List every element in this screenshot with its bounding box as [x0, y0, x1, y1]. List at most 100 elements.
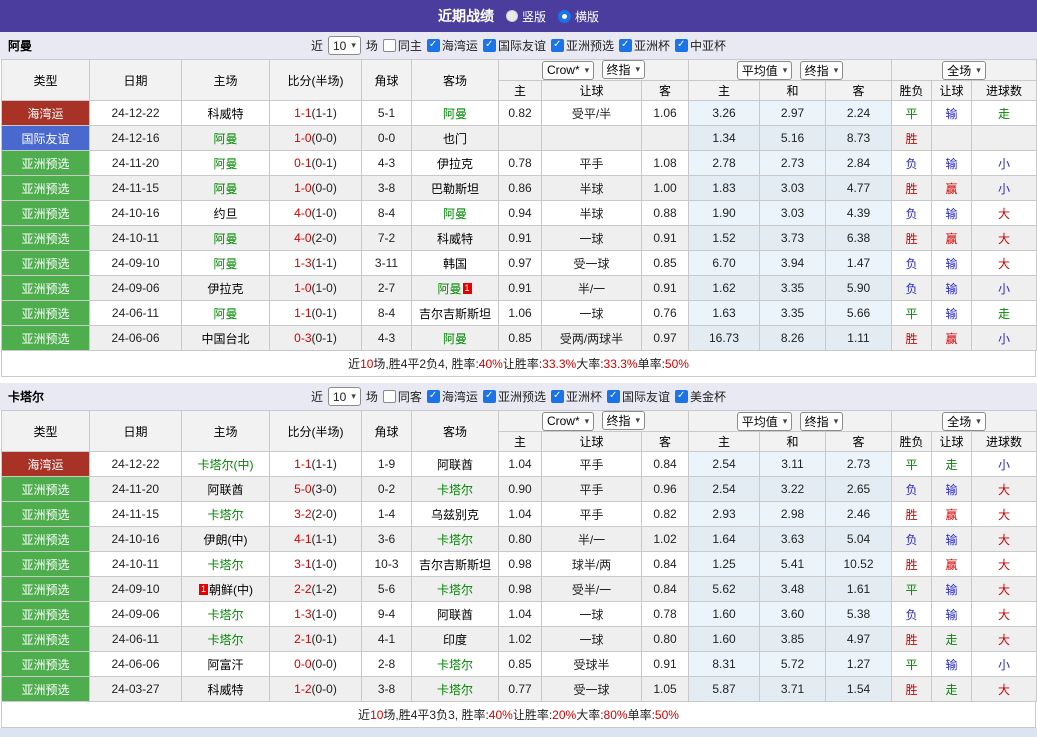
away-team-cell[interactable]: 卡塔尔	[412, 652, 499, 677]
type-badge-cell[interactable]: 亚洲预选	[2, 627, 90, 652]
team-link[interactable]: 阿曼	[213, 307, 237, 321]
home-team-cell[interactable]: 卡塔尔	[182, 602, 270, 627]
team-link[interactable]: 伊拉克	[207, 282, 243, 296]
full-time-score[interactable]: 1-3	[294, 607, 311, 621]
home-team-cell[interactable]: 1朝鲜(中)	[182, 577, 270, 602]
scope-select[interactable]: 全场▾	[942, 61, 986, 80]
home-team-cell[interactable]: 阿联酋	[182, 477, 270, 502]
team-link[interactable]: 吉尔吉斯斯坦	[419, 307, 491, 321]
team-link[interactable]: 阿曼	[443, 332, 467, 346]
away-team-cell[interactable]: 吉尔吉斯斯坦	[412, 301, 499, 326]
type-badge-cell[interactable]: 亚洲预选	[2, 602, 90, 627]
league-filter-checkbox[interactable]: 亚洲预选	[551, 37, 614, 54]
type-badge-cell[interactable]: 亚洲预选	[2, 326, 90, 351]
full-time-score[interactable]: 4-1	[294, 532, 311, 546]
full-time-score[interactable]: 0-3	[294, 331, 311, 345]
team-link[interactable]: 阿曼	[213, 157, 237, 171]
league-filter-checkbox[interactable]: 海湾运	[427, 388, 478, 405]
full-time-score[interactable]: 4-0	[294, 231, 311, 245]
full-time-score[interactable]: 1-2	[294, 682, 311, 696]
away-team-cell[interactable]: 卡塔尔	[412, 527, 499, 552]
type-badge-cell[interactable]: 亚洲预选	[2, 226, 90, 251]
type-badge-cell[interactable]: 亚洲预选	[2, 201, 90, 226]
team-link[interactable]: 阿曼	[443, 207, 467, 221]
league-filter-checkbox[interactable]: 美金杯	[675, 388, 726, 405]
home-team-cell[interactable]: 阿富汗	[182, 652, 270, 677]
full-time-score[interactable]: 3-2	[294, 507, 311, 521]
score-cell[interactable]: 1-3(1-1)	[270, 251, 362, 276]
team-link[interactable]: 印度	[443, 633, 467, 647]
home-team-cell[interactable]: 卡塔尔	[182, 552, 270, 577]
score-cell[interactable]: 4-1(1-1)	[270, 527, 362, 552]
score-cell[interactable]: 1-0(1-0)	[270, 276, 362, 301]
home-team-cell[interactable]: 阿曼	[182, 176, 270, 201]
home-team-cell[interactable]: 卡塔尔	[182, 627, 270, 652]
home-team-cell[interactable]: 阿曼	[182, 151, 270, 176]
average-select[interactable]: 平均值▾	[737, 61, 793, 80]
final-index-select-2[interactable]: 终指▾	[800, 412, 844, 431]
type-badge-cell[interactable]: 亚洲预选	[2, 652, 90, 677]
same-host-checkbox[interactable]: 同主	[383, 37, 422, 54]
league-filter-checkbox[interactable]: 国际友谊	[607, 388, 670, 405]
scope-select[interactable]: 全场▾	[942, 412, 986, 431]
final-index-select[interactable]: 终指▾	[602, 411, 646, 430]
score-cell[interactable]: 1-0(0-0)	[270, 126, 362, 151]
team-link[interactable]: 阿联酋	[437, 608, 473, 622]
full-time-score[interactable]: 2-2	[294, 582, 311, 596]
away-team-cell[interactable]: 吉尔吉斯斯坦	[412, 552, 499, 577]
bookmaker-select[interactable]: Crow*▾	[542, 61, 594, 80]
team-link[interactable]: 吉尔吉斯斯坦	[419, 558, 491, 572]
score-cell[interactable]: 1-0(0-0)	[270, 176, 362, 201]
team-link[interactable]: 伊朗(中)	[204, 533, 248, 547]
team-link[interactable]: 阿曼	[213, 232, 237, 246]
team-link[interactable]: 朝鲜(中)	[209, 583, 253, 597]
away-team-cell[interactable]: 阿曼1	[412, 276, 499, 301]
score-cell[interactable]: 0-0(0-0)	[270, 652, 362, 677]
league-filter-checkbox[interactable]: 中亚杯	[675, 37, 726, 54]
score-cell[interactable]: 2-1(0-1)	[270, 627, 362, 652]
team-link[interactable]: 卡塔尔	[437, 683, 473, 697]
home-team-cell[interactable]: 阿曼	[182, 226, 270, 251]
team-link[interactable]: 科威特	[437, 232, 473, 246]
type-badge-cell[interactable]: 亚洲预选	[2, 151, 90, 176]
team-link[interactable]: 卡塔尔	[207, 633, 243, 647]
team-link[interactable]: 也门	[443, 132, 467, 146]
type-badge-cell[interactable]: 亚洲预选	[2, 502, 90, 527]
type-badge-cell[interactable]: 亚洲预选	[2, 251, 90, 276]
type-badge-cell[interactable]: 海湾运	[2, 101, 90, 126]
away-team-cell[interactable]: 阿曼	[412, 101, 499, 126]
score-cell[interactable]: 0-3(0-1)	[270, 326, 362, 351]
team-link[interactable]: 伊拉克	[437, 157, 473, 171]
away-team-cell[interactable]: 阿曼	[412, 326, 499, 351]
away-team-cell[interactable]: 阿联酋	[412, 602, 499, 627]
league-filter-checkbox[interactable]: 亚洲预选	[483, 388, 546, 405]
team-link[interactable]: 阿联酋	[437, 458, 473, 472]
team-link[interactable]: 乌兹别克	[431, 508, 479, 522]
team-link[interactable]: 卡塔尔	[437, 658, 473, 672]
score-cell[interactable]: 4-0(2-0)	[270, 226, 362, 251]
team-link[interactable]: 阿曼	[443, 107, 467, 121]
same-guest-checkbox[interactable]: 同客	[383, 388, 422, 405]
full-time-score[interactable]: 2-1	[294, 632, 311, 646]
score-cell[interactable]: 1-1(1-1)	[270, 452, 362, 477]
team-link[interactable]: 约旦	[213, 207, 237, 221]
home-team-cell[interactable]: 卡塔尔(中)	[182, 452, 270, 477]
type-badge-cell[interactable]: 亚洲预选	[2, 552, 90, 577]
score-cell[interactable]: 3-2(2-0)	[270, 502, 362, 527]
team-link[interactable]: 巴勒斯坦	[431, 182, 479, 196]
team-link[interactable]: 韩国	[443, 257, 467, 271]
full-time-score[interactable]: 1-3	[294, 256, 311, 270]
away-team-cell[interactable]: 印度	[412, 627, 499, 652]
team-link[interactable]: 卡塔尔	[207, 508, 243, 522]
league-filter-checkbox[interactable]: 国际友谊	[483, 37, 546, 54]
away-team-cell[interactable]: 阿曼	[412, 201, 499, 226]
type-badge-cell[interactable]: 亚洲预选	[2, 477, 90, 502]
team-link[interactable]: 卡塔尔(中)	[198, 458, 254, 472]
team-link[interactable]: 科威特	[207, 683, 243, 697]
away-team-cell[interactable]: 卡塔尔	[412, 577, 499, 602]
final-index-select[interactable]: 终指▾	[602, 60, 646, 79]
full-time-score[interactable]: 0-1	[294, 156, 311, 170]
score-cell[interactable]: 1-3(1-0)	[270, 602, 362, 627]
home-team-cell[interactable]: 卡塔尔	[182, 502, 270, 527]
team-link[interactable]: 阿曼	[213, 132, 237, 146]
